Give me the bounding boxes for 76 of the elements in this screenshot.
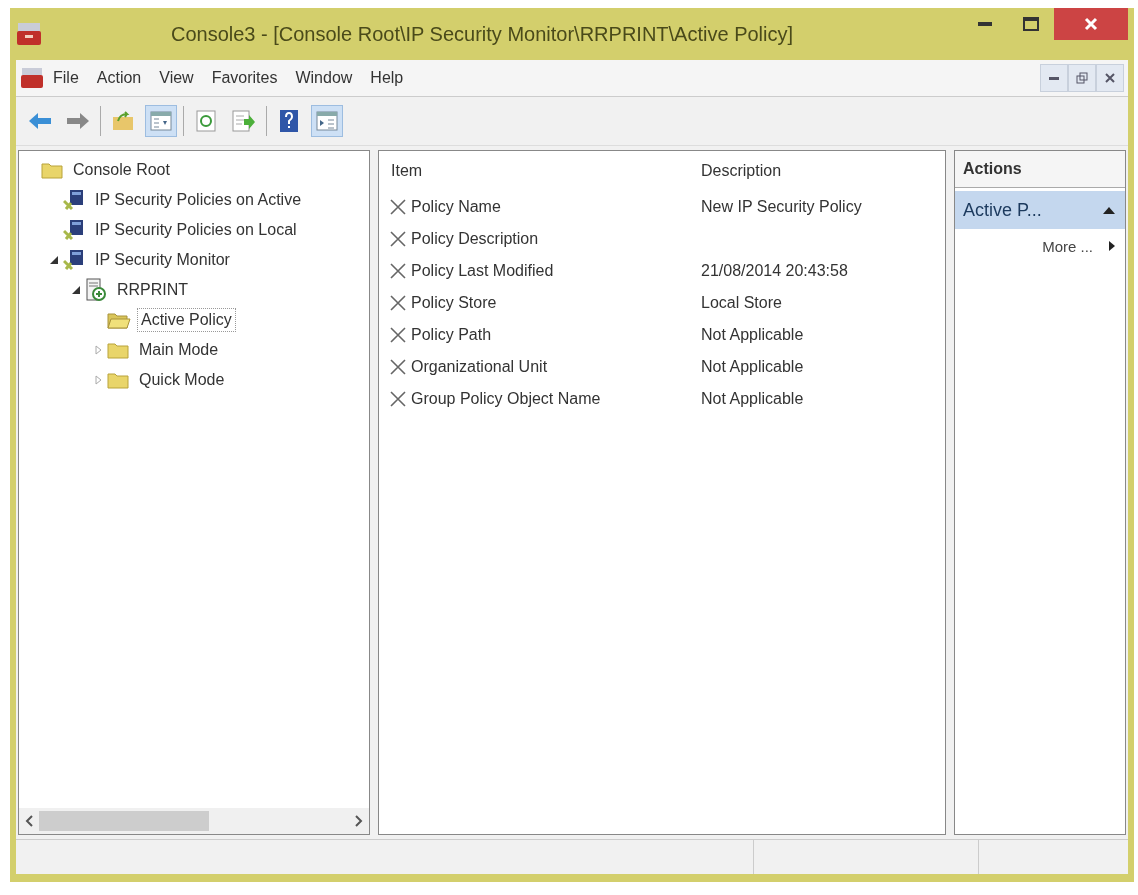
table-cell-text: Not Applicable bbox=[700, 390, 805, 408]
tree-item[interactable]: IP Security Policies on Local bbox=[91, 218, 301, 242]
collapse-arrow-icon[interactable] bbox=[1103, 206, 1115, 214]
x-mark-icon bbox=[389, 358, 407, 376]
tree-item[interactable]: Main Mode bbox=[135, 338, 223, 362]
minimize-icon bbox=[1049, 76, 1059, 80]
close-button[interactable] bbox=[1054, 8, 1128, 40]
open-folder-icon bbox=[107, 311, 131, 329]
column-header[interactable]: Description bbox=[689, 162, 945, 180]
table-cell-text: Not Applicable bbox=[700, 358, 805, 376]
tree-item[interactable]: Active Policy bbox=[137, 308, 236, 332]
tree-item[interactable]: IP Security Monitor bbox=[91, 248, 234, 272]
close-icon bbox=[1084, 17, 1098, 31]
table-cell: Group Policy Object Name bbox=[411, 390, 601, 408]
tree-item[interactable]: Console Root bbox=[69, 158, 174, 182]
computer-icon bbox=[63, 249, 85, 271]
app-icon bbox=[16, 21, 42, 47]
restore-icon bbox=[1076, 72, 1088, 84]
folder-icon bbox=[107, 341, 129, 359]
x-mark-icon bbox=[389, 198, 407, 216]
x-mark-icon bbox=[389, 230, 407, 248]
close-button[interactable] bbox=[1096, 64, 1124, 92]
window-title: Console3 - [Console Root\IP Security Monitor\RRPRINT\Active Policy] bbox=[169, 22, 795, 46]
action-group-header[interactable]: Active P... bbox=[955, 191, 1125, 229]
tree-item[interactable]: Quick Mode bbox=[135, 368, 229, 392]
help-icon bbox=[279, 109, 299, 133]
computer-icon bbox=[63, 219, 85, 241]
table-cell: Organizational Unit bbox=[411, 358, 548, 376]
menu-item[interactable]: Help bbox=[361, 65, 413, 91]
maximize-icon bbox=[1023, 17, 1039, 31]
back-arrow-icon bbox=[28, 112, 52, 130]
x-mark-icon bbox=[389, 294, 407, 312]
forward-arrow-icon bbox=[66, 112, 90, 130]
table-cell: Policy Path bbox=[411, 326, 492, 344]
menu-item[interactable]: View bbox=[150, 65, 203, 91]
horizontal-scrollbar[interactable] bbox=[19, 808, 369, 834]
table-cell: Policy Name bbox=[411, 198, 501, 216]
close-icon bbox=[1104, 72, 1116, 84]
action-group-label: Active P... bbox=[963, 199, 1042, 221]
table-cell: Policy Description bbox=[411, 230, 539, 248]
tree-item[interactable]: IP Security Policies on Active bbox=[91, 188, 306, 212]
x-mark-icon bbox=[389, 262, 407, 280]
scroll-left-icon[interactable] bbox=[25, 815, 33, 827]
table-cell-text: New IP Security Policy bbox=[700, 198, 863, 216]
export-list-icon bbox=[232, 110, 256, 132]
app-icon[interactable] bbox=[20, 66, 44, 90]
menu-item[interactable]: Favorites bbox=[202, 65, 287, 91]
folder-icon bbox=[107, 371, 129, 389]
actions-header: Actions bbox=[955, 151, 1125, 188]
refresh-icon bbox=[196, 110, 216, 132]
table-cell-text: 21/08/2014 20:43:58 bbox=[700, 262, 849, 280]
folder-up-icon bbox=[112, 111, 134, 131]
x-mark-icon bbox=[389, 326, 407, 344]
folder-icon bbox=[41, 161, 63, 179]
menu-item[interactable]: Window bbox=[286, 65, 362, 91]
table-cell-text: Local Store bbox=[700, 294, 783, 312]
collapse-arrow-icon[interactable] bbox=[50, 256, 58, 264]
tree-item[interactable]: RRPRINT bbox=[113, 278, 193, 302]
minimize-button[interactable] bbox=[1040, 64, 1068, 92]
server-icon bbox=[85, 278, 107, 302]
restore-button[interactable] bbox=[1068, 64, 1096, 92]
action-pane-icon bbox=[316, 111, 338, 131]
tree-pane-icon bbox=[150, 111, 172, 131]
collapse-arrow-icon[interactable] bbox=[72, 286, 80, 294]
column-header[interactable]: Item bbox=[379, 162, 689, 180]
table-cell: Policy Last Modified bbox=[411, 262, 554, 280]
menu-item[interactable]: File bbox=[44, 65, 88, 91]
scroll-right-icon[interactable] bbox=[355, 815, 363, 827]
x-mark-icon bbox=[389, 390, 407, 408]
submenu-arrow-icon bbox=[1109, 241, 1115, 251]
table-cell-text: Not Applicable bbox=[700, 326, 805, 344]
minimize-icon bbox=[978, 22, 992, 26]
menu-item[interactable]: Action bbox=[87, 65, 151, 91]
action-link[interactable]: More ... bbox=[1042, 237, 1093, 255]
computer-icon bbox=[63, 189, 85, 211]
table-cell: Policy Store bbox=[411, 294, 497, 312]
